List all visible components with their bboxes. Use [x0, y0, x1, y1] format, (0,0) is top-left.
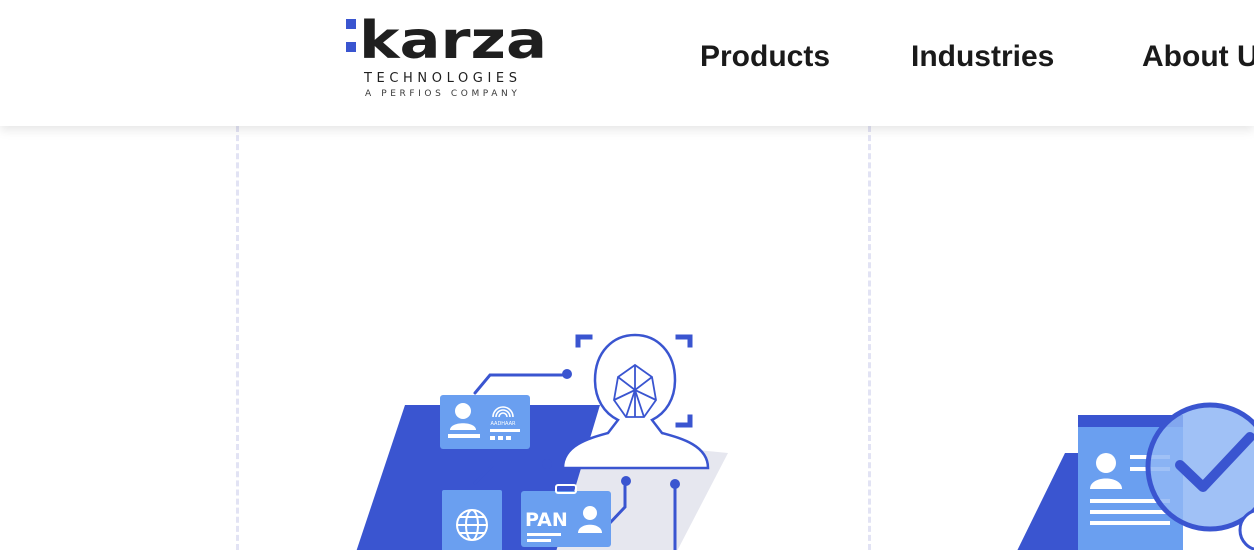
nav-products[interactable]: Products: [700, 40, 830, 74]
passport-card: [442, 490, 502, 550]
logo-wordmark-text: karza: [359, 18, 547, 68]
card-right-dashed-border: [868, 126, 871, 550]
check-badge-icon: [1145, 402, 1254, 532]
pan-card: PAN: [521, 484, 611, 547]
aadhaar-badge-text: AADHAAR: [490, 421, 516, 427]
kyc-face-verification-illustration: AADHAAR PAN: [356, 333, 728, 550]
face-scan-icon: [561, 333, 710, 470]
document-verification-illustration: [1017, 402, 1254, 550]
nav-industries[interactable]: Industries: [911, 40, 1054, 74]
site-header: karza TECHNOLOGIES A PERFIOS COMPANY Pro…: [0, 0, 1254, 126]
logo-tagline-perfios: A PERFIOS COMPANY: [365, 89, 521, 99]
nav-about-us[interactable]: About U: [1142, 40, 1254, 74]
page: karza TECHNOLOGIES A PERFIOS COMPANY Pro…: [0, 0, 1254, 550]
karza-logo[interactable]: karza TECHNOLOGIES A PERFIOS COMPANY: [345, 16, 550, 106]
card-left-dashed-border: [236, 126, 239, 550]
pan-card-text: PAN: [525, 509, 568, 531]
karza-wordmark: karza: [346, 18, 547, 68]
logo-tagline-technologies: TECHNOLOGIES: [364, 71, 522, 86]
aadhaar-card: AADHAAR: [440, 395, 530, 449]
